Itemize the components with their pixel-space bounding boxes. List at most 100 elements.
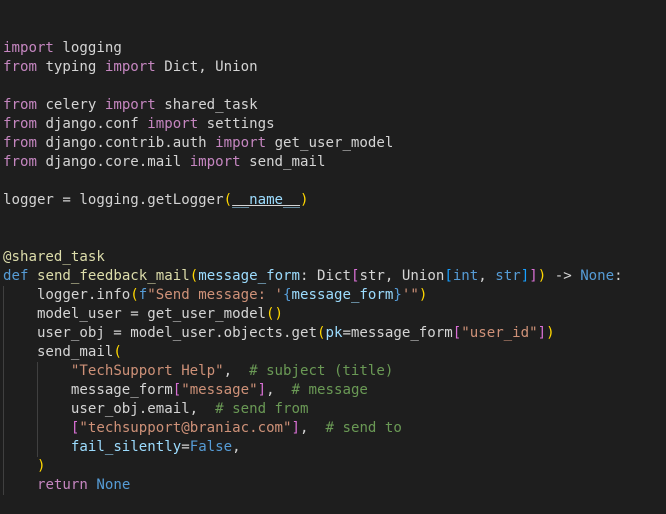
code-line[interactable]: model_user = get_user_model() <box>0 305 666 324</box>
code-token: ( <box>189 268 199 284</box>
code-line[interactable]: @shared_task <box>0 248 666 267</box>
code-token: message_form <box>3 382 173 398</box>
code-token: ( <box>113 344 122 360</box>
code-line[interactable]: return None <box>0 476 666 495</box>
code-line[interactable]: ["techsupport@braniac.com"], # send to <box>0 419 666 438</box>
code-token: Dict, Union <box>155 59 258 75</box>
indent-guide <box>3 324 4 343</box>
code-token: '" <box>401 287 419 303</box>
code-token: ) <box>546 325 555 341</box>
code-token: : <box>614 268 623 284</box>
code-token: import <box>104 97 156 113</box>
code-token: # send from <box>215 401 309 417</box>
code-token: , <box>232 439 241 455</box>
code-line[interactable] <box>0 210 666 229</box>
code-token: shared_task <box>155 97 258 113</box>
code-token: , <box>300 420 326 436</box>
indent-guide <box>37 400 38 419</box>
code-line[interactable]: logger = logging.getLogger(__name__) <box>0 191 666 210</box>
code-line[interactable]: from django.contrib.auth import get_user… <box>0 134 666 153</box>
code-token: from <box>3 154 37 170</box>
code-token: { <box>283 287 292 303</box>
code-token: ) <box>36 458 46 474</box>
code-token: django.conf <box>36 116 148 132</box>
code-line[interactable]: from typing import Dict, Union <box>0 58 666 77</box>
code-token: [ <box>452 325 462 341</box>
code-token: pk <box>325 325 343 341</box>
code-token: message_form <box>291 287 394 303</box>
code-token: -> <box>546 268 581 284</box>
code-token: () <box>266 306 284 322</box>
indent-guide <box>3 400 4 419</box>
code-token: ) <box>418 287 428 303</box>
code-token: from <box>3 97 37 113</box>
code-token: ] <box>291 420 301 436</box>
code-token: @shared_task <box>3 249 105 265</box>
code-token: , <box>478 268 496 284</box>
code-token: celery <box>36 97 105 113</box>
code-line[interactable]: user_obj.email, # send from <box>0 400 666 419</box>
code-editor[interactable]: import logging from typing import Dict, U… <box>0 0 666 495</box>
code-token: ] <box>257 382 267 398</box>
code-line[interactable] <box>0 172 666 191</box>
code-line[interactable]: user_obj = model_user.objects.get(pk=mes… <box>0 324 666 343</box>
code-token: send_feedback_mail <box>36 268 190 284</box>
code-token: logging <box>53 40 122 56</box>
code-token: ( <box>223 192 233 208</box>
code-token: } <box>393 287 402 303</box>
code-token: "TechSupport Help" <box>70 363 224 379</box>
code-area[interactable]: import logging from typing import Dict, U… <box>0 39 666 495</box>
code-token: =message_form <box>342 325 453 341</box>
code-line[interactable] <box>0 77 666 96</box>
code-token: get_user_model <box>266 135 394 151</box>
code-token: # send to <box>325 420 402 436</box>
indent-guide <box>37 362 38 381</box>
code-token: ] <box>537 325 547 341</box>
indent-guide <box>37 438 38 457</box>
code-line[interactable]: logger.info(f"Send message: '{message_fo… <box>0 286 666 305</box>
code-token: user_obj = model_user.objects.get <box>3 325 317 341</box>
code-token: user_obj.email, <box>3 401 216 417</box>
code-token: False <box>189 439 233 455</box>
code-line[interactable]: "TechSupport Help", # subject (title) <box>0 362 666 381</box>
indent-guide <box>37 419 38 438</box>
code-token: # message <box>291 382 368 398</box>
indent-guide <box>37 381 38 400</box>
code-token: ] <box>529 268 538 284</box>
code-token: django.contrib.auth <box>36 135 216 151</box>
code-token: import <box>104 59 156 75</box>
code-line[interactable]: from django.core.mail import send_mail <box>0 153 666 172</box>
code-token: # subject (title) <box>249 363 394 379</box>
code-token: ] <box>520 268 530 284</box>
code-line[interactable]: from django.conf import settings <box>0 115 666 134</box>
code-token: : Dict <box>300 268 351 284</box>
code-token: , <box>223 363 250 379</box>
code-token: ) <box>300 192 309 208</box>
code-line[interactable]: from celery import shared_task <box>0 96 666 115</box>
code-token: logger = logging.getLogger <box>3 192 224 208</box>
indent-guide <box>3 305 4 324</box>
code-token: django.core.mail <box>36 154 190 170</box>
code-token: [ <box>172 382 182 398</box>
code-line[interactable] <box>0 229 666 248</box>
code-line[interactable]: def send_feedback_mail(message_form: Dic… <box>0 267 666 286</box>
code-token: __name__ <box>232 192 301 208</box>
indent-guide <box>3 419 4 438</box>
code-token: None <box>96 477 131 493</box>
code-token: from <box>3 116 37 132</box>
code-token: , <box>266 382 292 398</box>
code-token: def <box>3 268 29 284</box>
code-token: settings <box>198 116 275 132</box>
code-token: send_mail <box>240 154 326 170</box>
code-line[interactable]: message_form["message"], # message <box>0 381 666 400</box>
code-token: import <box>3 40 54 56</box>
code-token: "techsupport@braniac.com" <box>79 420 292 436</box>
indent-guide <box>3 362 4 381</box>
code-line[interactable]: fail_silently=False, <box>0 438 666 457</box>
code-line[interactable]: import logging <box>0 39 666 58</box>
code-token: from <box>3 135 37 151</box>
code-token: ) <box>537 268 547 284</box>
code-line[interactable]: send_mail( <box>0 343 666 362</box>
